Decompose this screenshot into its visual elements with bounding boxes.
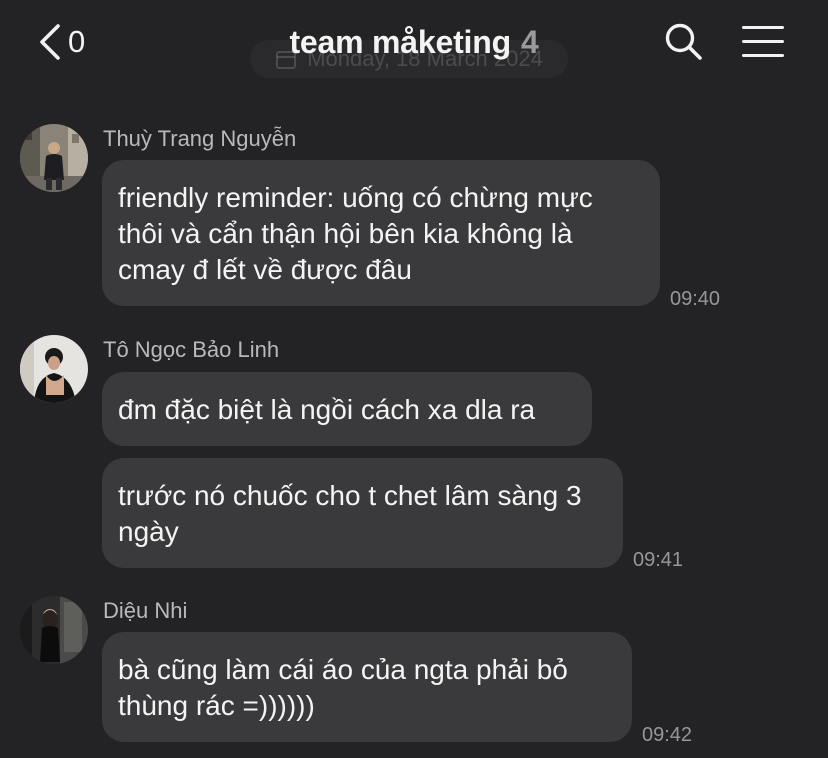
message-bubble[interactable]: trước nó chuốc cho t chet lâm sàng 3 ngà… bbox=[102, 458, 623, 568]
message-time: 09:41 bbox=[633, 549, 684, 571]
message-bubble[interactable]: đm đặc biệt là ngồi cách xa dla ra bbox=[102, 372, 592, 446]
search-icon bbox=[665, 23, 702, 60]
message-time: 09:40 bbox=[670, 288, 721, 310]
unread-count: 0 bbox=[68, 24, 86, 59]
chat-header: Monday, 18 March 2024 0 team måketing 4 bbox=[0, 0, 828, 90]
sender-name: Thuỳ Trang Nguyễn bbox=[103, 126, 297, 151]
menu-button[interactable] bbox=[742, 24, 786, 60]
date-chip: Monday, 18 March 2024 bbox=[250, 40, 568, 78]
date-chip-label: Monday, 18 March 2024 bbox=[307, 46, 543, 71]
message-bubble[interactable]: friendly reminder: uống có chừng mực thô… bbox=[102, 160, 660, 306]
sender-name: Diệu Nhi bbox=[103, 598, 188, 623]
calendar-icon bbox=[276, 51, 297, 69]
avatar[interactable] bbox=[20, 596, 88, 664]
hamburger-menu-icon bbox=[742, 24, 786, 60]
avatar[interactable] bbox=[20, 124, 88, 192]
message-bubble[interactable]: bà cũng làm cái áo của ngta phải bỏ thùn… bbox=[102, 632, 632, 742]
avatar[interactable] bbox=[20, 335, 88, 403]
back-button[interactable]: 0 bbox=[36, 22, 85, 62]
message-time: 09:42 bbox=[642, 724, 693, 746]
chevron-left-icon bbox=[40, 24, 60, 60]
search-button[interactable] bbox=[664, 22, 704, 62]
sender-name: Tô Ngọc Bảo Linh bbox=[103, 337, 280, 362]
